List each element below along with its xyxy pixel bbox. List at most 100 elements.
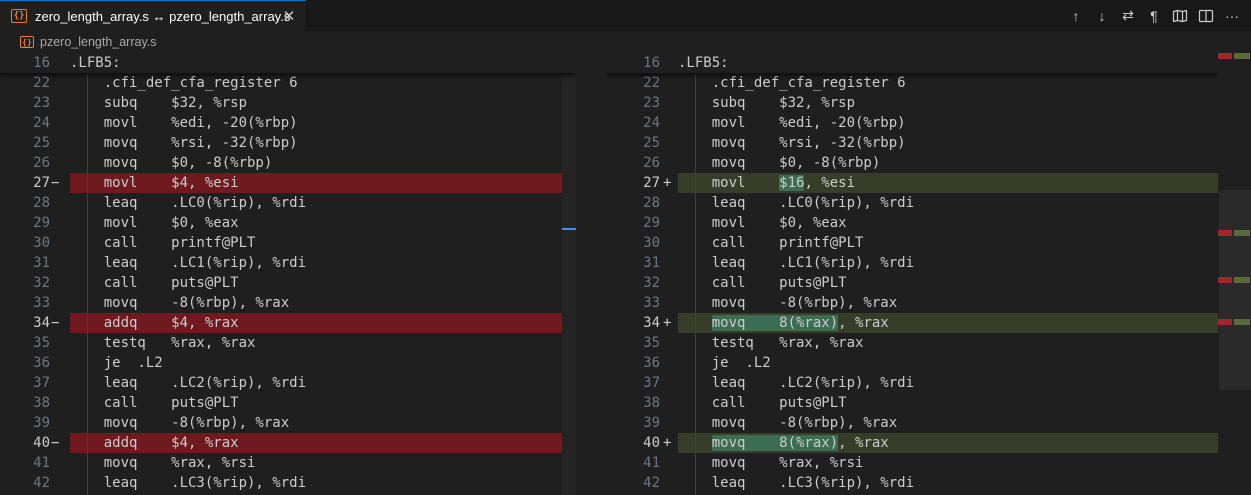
line-number: 40 bbox=[643, 435, 660, 451]
original-scrollbar[interactable] bbox=[562, 53, 576, 495]
code-line[interactable]: 26 movq $0, -8(%rbp) bbox=[606, 153, 1218, 173]
code-text: subq $32, %rsp bbox=[678, 95, 856, 111]
code-text: movl $0, %eax bbox=[678, 215, 847, 231]
code-text: call printf@PLT bbox=[678, 235, 864, 251]
next-change-icon[interactable]: ↓ bbox=[1091, 5, 1113, 27]
overview-change-mark bbox=[1234, 53, 1250, 59]
code-text: movq 8(%rax), %rax bbox=[678, 433, 1218, 453]
open-file-icon[interactable] bbox=[1169, 5, 1191, 27]
code-text: movq $0, -8(%rbp) bbox=[70, 155, 273, 171]
code-line[interactable]: 35 testq %rax, %rax bbox=[606, 333, 1218, 353]
code-line[interactable]: 38 call puts@PLT bbox=[606, 393, 1218, 413]
code-text: .cfi_def_cfa_register 6 bbox=[678, 75, 906, 91]
close-icon[interactable]: ✕ bbox=[280, 7, 298, 25]
previous-change-icon[interactable]: ↑ bbox=[1065, 5, 1087, 27]
line-number: 26 bbox=[33, 155, 50, 171]
code-text: movq %rsi, -32(%rbp) bbox=[678, 135, 906, 151]
code-line[interactable]: 29 movl $0, %eax bbox=[606, 213, 1218, 233]
code-text: call puts@PLT bbox=[678, 275, 847, 291]
changed-text-highlight: movq 8(%rax) bbox=[711, 315, 839, 331]
code-text: call printf@PLT bbox=[70, 235, 256, 251]
breadcrumb: {} pzero_length_array.s bbox=[0, 31, 1251, 53]
line-number: 31 bbox=[643, 255, 660, 271]
show-whitespace-icon[interactable]: ¶ bbox=[1143, 5, 1165, 27]
line-number: 34 bbox=[643, 315, 660, 331]
line-number: 39 bbox=[33, 415, 50, 431]
code-text: leaq .LC2(%rip), %rdi bbox=[678, 375, 915, 391]
tab-bar: {} zero_length_array.s ↔ pzero_length_ar… bbox=[0, 0, 1251, 32]
code-line[interactable]: 22 .cfi_def_cfa_register 6 bbox=[606, 73, 1218, 93]
line-number: 30 bbox=[643, 235, 660, 251]
code-line[interactable]: 42 leaq .LC3(%rip), %rdi bbox=[606, 473, 1218, 493]
line-number: 30 bbox=[33, 235, 50, 251]
overview-slider[interactable] bbox=[1219, 190, 1251, 390]
line-number: 42 bbox=[643, 475, 660, 491]
code-text: movq -8(%rbp), %rax bbox=[70, 415, 290, 431]
code-line[interactable]: 28 leaq .LC0(%rip), %rdi bbox=[606, 193, 1218, 213]
code-text: leaq .LC2(%rip), %rdi bbox=[70, 375, 307, 391]
overview-change-mark bbox=[1218, 319, 1232, 325]
line-number: 38 bbox=[643, 395, 660, 411]
line-number: 36 bbox=[643, 355, 660, 371]
line-number: 42 bbox=[33, 475, 50, 491]
inserted-line[interactable]: 27 + movl $16, %esi bbox=[606, 173, 1218, 193]
code-text: movq -8(%rbp), %rax bbox=[678, 295, 898, 311]
line-number: 34 bbox=[33, 315, 50, 331]
line-number: 29 bbox=[643, 215, 660, 231]
code-text: leaq .LC1(%rip), %rdi bbox=[70, 255, 307, 271]
code-line[interactable]: 32 call puts@PLT bbox=[606, 273, 1218, 293]
line-number: 41 bbox=[643, 455, 660, 471]
code-line[interactable]: 24 movl %edi, -20(%rbp) bbox=[606, 113, 1218, 133]
diff-overview-ruler[interactable] bbox=[1205, 53, 1251, 495]
code-text: movq %rax, %rsi bbox=[678, 455, 864, 471]
overview-change-mark bbox=[1234, 319, 1250, 325]
code-line[interactable]: 39 movq -8(%rbp), %rax bbox=[606, 413, 1218, 433]
line-number: 32 bbox=[643, 275, 660, 291]
line-number: 33 bbox=[643, 295, 660, 311]
split-editor-icon[interactable] bbox=[1195, 5, 1217, 27]
inserted-line[interactable]: 40 + movq 8(%rax), %rax bbox=[606, 433, 1218, 453]
changed-text-highlight: movq 8(%rax) bbox=[711, 435, 839, 451]
code-text: movl $0, %eax bbox=[70, 215, 239, 231]
diff-editor-tab[interactable]: {} zero_length_array.s ↔ pzero_length_ar… bbox=[0, 0, 306, 31]
diff-sash[interactable] bbox=[576, 53, 606, 495]
line-number: 28 bbox=[643, 195, 660, 211]
breadcrumb-file[interactable]: pzero_length_array.s bbox=[40, 35, 157, 49]
code-line[interactable]: 41 movq %rax, %rsi bbox=[606, 453, 1218, 473]
code-text: testq %rax, %rax bbox=[678, 335, 864, 351]
code-text: movq $0, -8(%rbp) bbox=[678, 155, 881, 171]
line-number: 35 bbox=[33, 335, 50, 351]
code-line[interactable]: 31 leaq .LC1(%rip), %rdi bbox=[606, 253, 1218, 273]
original-editor[interactable]: 16 .LFB5: 22 .cfi_def_cfa_register 6 23 s… bbox=[0, 53, 576, 495]
code-line[interactable]: 30 call printf@PLT bbox=[606, 233, 1218, 253]
insertion-marker: + bbox=[663, 315, 672, 331]
inserted-line[interactable]: 34 + movq 8(%rax), %rax bbox=[606, 313, 1218, 333]
scroll-position-marker bbox=[562, 228, 576, 230]
sticky-scroll-line[interactable]: 16 .LFB5: bbox=[606, 53, 1218, 73]
line-number: 33 bbox=[33, 295, 50, 311]
editor-actions: ↑ ↓ ⇄ ¶ ··· bbox=[1065, 0, 1243, 31]
swap-sides-icon[interactable]: ⇄ bbox=[1117, 5, 1139, 27]
line-number: 37 bbox=[643, 375, 660, 391]
code-text: je .L2 bbox=[70, 355, 163, 371]
code-line[interactable]: 36 je .L2 bbox=[606, 353, 1218, 373]
line-number: 29 bbox=[33, 215, 50, 231]
code-line[interactable]: 37 leaq .LC2(%rip), %rdi bbox=[606, 373, 1218, 393]
code-line[interactable]: 33 movq -8(%rbp), %rax bbox=[606, 293, 1218, 313]
line-number: 28 bbox=[33, 195, 50, 211]
more-actions-icon[interactable]: ··· bbox=[1221, 5, 1243, 27]
line-number: 25 bbox=[643, 135, 660, 151]
overview-change-mark bbox=[1218, 53, 1232, 59]
code-text: movq -8(%rbp), %rax bbox=[678, 415, 898, 431]
code-line[interactable]: 23 subq $32, %rsp bbox=[606, 93, 1218, 113]
modified-editor[interactable]: 16 .LFB5: 22 .cfi_def_cfa_register 6 23 s… bbox=[606, 53, 1218, 495]
sticky-scroll-line[interactable]: 16 .LFB5: bbox=[0, 53, 576, 73]
code-text: movq %rsi, -32(%rbp) bbox=[70, 135, 298, 151]
indent-guide bbox=[86, 73, 88, 495]
line-number: 37 bbox=[33, 375, 50, 391]
line-number: 27 bbox=[33, 175, 50, 191]
code-line[interactable]: 25 movq %rsi, -32(%rbp) bbox=[606, 133, 1218, 153]
line-number: 27 bbox=[643, 175, 660, 191]
indent-guide bbox=[694, 73, 696, 495]
line-number: 16 bbox=[33, 55, 50, 71]
